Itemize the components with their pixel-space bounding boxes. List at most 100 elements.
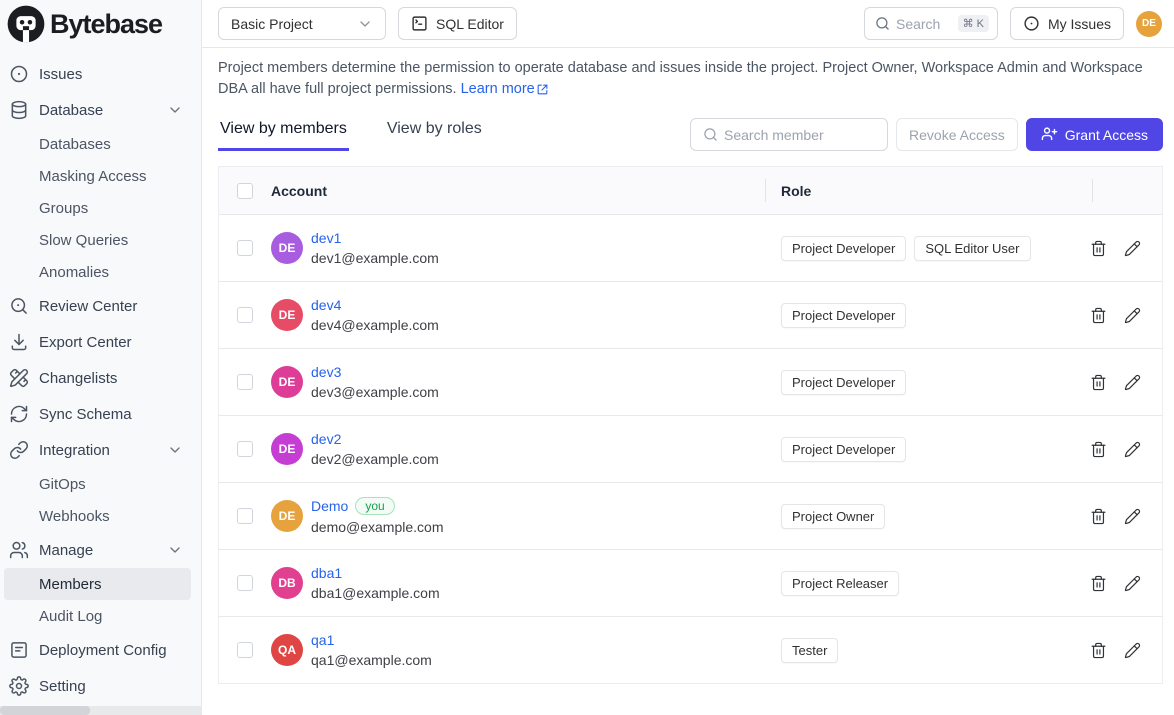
row-checkbox[interactable] xyxy=(237,441,253,457)
sidebar-item-sync-schema[interactable]: Sync Schema xyxy=(4,396,191,432)
role-badge: Project Developer xyxy=(781,303,906,328)
project-select[interactable]: Basic Project xyxy=(218,7,386,40)
sidebar-item-setting[interactable]: Setting xyxy=(4,668,191,704)
member-email: dev1@example.com xyxy=(311,250,439,266)
edit-member-button[interactable] xyxy=(1124,240,1141,257)
sidebar-item-databases[interactable]: Databases xyxy=(4,128,191,160)
edit-member-button[interactable] xyxy=(1124,307,1141,324)
edit-member-button[interactable] xyxy=(1124,508,1141,525)
search-placeholder: Search xyxy=(896,16,940,32)
learn-more-link[interactable]: Learn more xyxy=(461,79,549,100)
tab-view-by-roles[interactable]: View by roles xyxy=(385,114,484,151)
member-name-link[interactable]: qa1 xyxy=(311,632,334,648)
global-search-input[interactable]: Search ⌘ K xyxy=(864,7,998,40)
member-name-link[interactable]: dev1 xyxy=(311,230,341,246)
sidebar-horizontal-scrollbar[interactable] xyxy=(0,706,201,715)
row-checkbox[interactable] xyxy=(237,374,253,390)
setting-icon xyxy=(9,676,29,696)
sidebar-item-gitops[interactable]: GitOps xyxy=(4,468,191,500)
member-roles: Project Developer xyxy=(763,437,1090,462)
sidebar: Issues Database Databases Masking Access… xyxy=(0,48,202,715)
member-avatar: DB xyxy=(271,567,303,599)
user-avatar[interactable]: DE xyxy=(1136,11,1162,37)
sidebar-nav: Issues Database Databases Masking Access… xyxy=(4,56,191,704)
grant-access-button[interactable]: Grant Access xyxy=(1026,118,1163,151)
member-roles: Project Developer xyxy=(763,370,1090,395)
delete-member-button[interactable] xyxy=(1090,240,1107,257)
row-checkbox[interactable] xyxy=(237,508,253,524)
edit-member-button[interactable] xyxy=(1124,642,1141,659)
members-table: Account Role DE dev1 dev1@example.com Pr… xyxy=(218,166,1163,684)
manage-icon xyxy=(9,540,29,560)
table-row: QA qa1 qa1@example.com Tester xyxy=(219,616,1162,683)
member-email: qa1@example.com xyxy=(311,652,432,668)
sidebar-item-review-center[interactable]: Review Center xyxy=(4,288,191,324)
role-badge: Project Developer xyxy=(781,370,906,395)
search-icon xyxy=(703,127,718,142)
delete-member-button[interactable] xyxy=(1090,508,1107,525)
sidebar-item-manage[interactable]: Manage xyxy=(4,532,191,568)
role-badge: Project Owner xyxy=(781,504,885,529)
member-name-link[interactable]: dev2 xyxy=(311,431,341,447)
role-badge: Tester xyxy=(781,638,838,663)
member-name-link[interactable]: dba1 xyxy=(311,565,342,581)
row-checkbox[interactable] xyxy=(237,642,253,658)
sync-schema-icon xyxy=(9,404,29,424)
edit-member-button[interactable] xyxy=(1124,374,1141,391)
edit-member-button[interactable] xyxy=(1124,575,1141,592)
chevron-down-icon xyxy=(167,542,183,558)
member-roles: Project Owner xyxy=(763,504,1090,529)
header-divider xyxy=(1092,179,1093,202)
revoke-access-button[interactable]: Revoke Access xyxy=(896,118,1018,151)
sidebar-item-integration[interactable]: Integration xyxy=(4,432,191,468)
sidebar-item-deployment-config[interactable]: Deployment Config xyxy=(4,632,191,668)
delete-member-button[interactable] xyxy=(1090,441,1107,458)
sidebar-item-groups[interactable]: Groups xyxy=(4,192,191,224)
row-checkbox[interactable] xyxy=(237,307,253,323)
table-row: DE dev3 dev3@example.com Project Develop… xyxy=(219,348,1162,415)
top-nav: Basic Project SQL Editor Search ⌘ K My I… xyxy=(202,0,1174,48)
view-tabs: View by members View by roles xyxy=(218,114,484,151)
sidebar-item-database[interactable]: Database xyxy=(4,92,191,128)
you-badge: you xyxy=(355,497,394,515)
delete-member-button[interactable] xyxy=(1090,374,1107,391)
sidebar-item-audit-log[interactable]: Audit Log xyxy=(4,600,191,632)
member-email: dba1@example.com xyxy=(311,585,440,601)
member-search-input[interactable] xyxy=(724,127,864,143)
my-issues-label: My Issues xyxy=(1048,16,1111,32)
tab-view-by-members[interactable]: View by members xyxy=(218,114,349,151)
select-all-checkbox[interactable] xyxy=(237,183,253,199)
sidebar-item-slow-queries[interactable]: Slow Queries xyxy=(4,224,191,256)
member-avatar: DE xyxy=(271,366,303,398)
delete-member-button[interactable] xyxy=(1090,642,1107,659)
member-name-link[interactable]: Demo xyxy=(311,498,348,514)
sidebar-item-issues[interactable]: Issues xyxy=(4,56,191,92)
sidebar-item-masking-access[interactable]: Masking Access xyxy=(4,160,191,192)
delete-member-button[interactable] xyxy=(1090,307,1107,324)
table-row: DE dev1 dev1@example.com Project Develop… xyxy=(219,214,1162,281)
row-checkbox[interactable] xyxy=(237,575,253,591)
my-issues-button[interactable]: My Issues xyxy=(1010,7,1124,40)
member-email: demo@example.com xyxy=(311,519,444,535)
member-roles: Project DeveloperSQL Editor User xyxy=(763,236,1090,261)
table-body: DE dev1 dev1@example.com Project Develop… xyxy=(219,214,1162,683)
deployment-config-icon xyxy=(9,640,29,660)
edit-member-button[interactable] xyxy=(1124,441,1141,458)
scrollbar-thumb[interactable] xyxy=(0,706,90,715)
external-link-icon xyxy=(536,83,549,96)
top-bar: Bytebase Basic Project SQL Editor Search… xyxy=(0,0,1174,48)
row-checkbox[interactable] xyxy=(237,240,253,256)
role-badge: Project Releaser xyxy=(781,571,899,596)
sql-editor-button[interactable]: SQL Editor xyxy=(398,7,517,40)
sidebar-item-anomalies[interactable]: Anomalies xyxy=(4,256,191,288)
sidebar-item-webhooks[interactable]: Webhooks xyxy=(4,500,191,532)
table-row: DE Demo you demo@example.com Project Own… xyxy=(219,482,1162,549)
chevron-down-icon xyxy=(167,102,183,118)
table-row: DE dev2 dev2@example.com Project Develop… xyxy=(219,415,1162,482)
member-name-link[interactable]: dev4 xyxy=(311,297,341,313)
sidebar-item-export-center[interactable]: Export Center xyxy=(4,324,191,360)
sidebar-item-changelists[interactable]: Changelists xyxy=(4,360,191,396)
member-name-link[interactable]: dev3 xyxy=(311,364,341,380)
delete-member-button[interactable] xyxy=(1090,575,1107,592)
sidebar-item-members[interactable]: Members xyxy=(4,568,191,600)
